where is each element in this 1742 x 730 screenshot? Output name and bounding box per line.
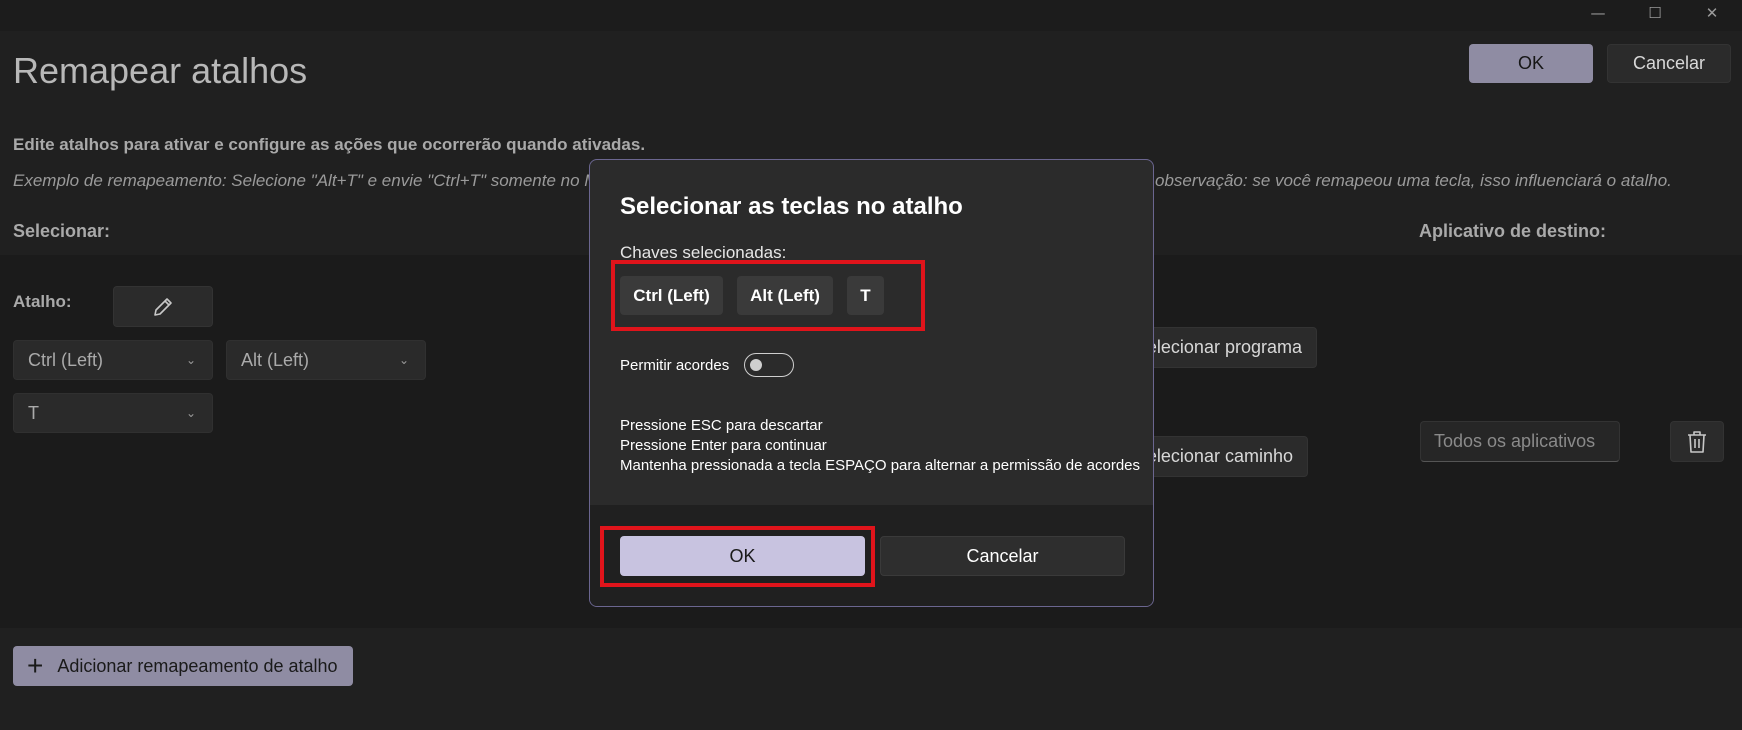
hint-enter: Pressione Enter para continuar bbox=[620, 437, 827, 454]
plus-icon: + bbox=[27, 650, 44, 681]
hint-esc: Pressione ESC para descartar bbox=[620, 417, 823, 434]
allow-chords-label: Permitir acordes bbox=[620, 357, 730, 374]
select-keys-dialog: Selecionar as teclas no atalho Chaves se… bbox=[589, 159, 1154, 607]
description-text: Edite atalhos para ativar e configure as… bbox=[13, 135, 646, 154]
shortcut-label: Atalho: bbox=[13, 292, 72, 311]
example-text-right: observação: se você remapeou uma tecla, … bbox=[1155, 171, 1672, 190]
key-dropdown-2[interactable]: Alt (Left) ⌄ bbox=[226, 340, 426, 380]
chevron-down-icon: ⌄ bbox=[185, 353, 196, 367]
chevron-down-icon: ⌄ bbox=[185, 406, 196, 420]
dialog-title: Selecionar as teclas no atalho bbox=[620, 193, 963, 220]
ok-button[interactable]: OK bbox=[1469, 44, 1593, 83]
key-dropdown-1[interactable]: Ctrl (Left) ⌄ bbox=[13, 340, 213, 380]
pencil-icon bbox=[154, 297, 172, 316]
chevron-down-icon: ⌄ bbox=[398, 353, 409, 367]
hint-space: Mantenha pressionada a tecla ESPAÇO para… bbox=[620, 457, 1141, 474]
cancel-button[interactable]: Cancelar bbox=[1607, 44, 1731, 83]
maximize-icon[interactable]: ☐ bbox=[1629, 0, 1681, 26]
key-dropdown-3[interactable]: T ⌄ bbox=[13, 393, 213, 433]
delete-button[interactable] bbox=[1670, 421, 1724, 462]
add-shortcut-remap-button[interactable]: + Adicionar remapeamento de atalho bbox=[13, 646, 353, 686]
highlight-box-ok bbox=[600, 526, 875, 587]
key-dropdown-3-value: T bbox=[28, 402, 39, 423]
toggle-knob bbox=[750, 359, 762, 371]
target-app-input[interactable]: Todos os aplicativos bbox=[1420, 421, 1620, 462]
highlight-box-keys bbox=[611, 260, 925, 331]
example-text-left: Exemplo de remapeamento: Selecione "Alt+… bbox=[13, 171, 599, 190]
close-icon[interactable]: ✕ bbox=[1686, 0, 1738, 26]
column-header-select: Selecionar: bbox=[13, 221, 111, 241]
page-title: Remapear atalhos bbox=[13, 50, 308, 91]
dialog-cancel-button[interactable]: Cancelar bbox=[880, 536, 1125, 576]
add-shortcut-remap-label: Adicionar remapeamento de atalho bbox=[57, 655, 338, 676]
column-header-target-app: Aplicativo de destino: bbox=[1419, 221, 1607, 241]
trash-icon bbox=[1688, 430, 1706, 453]
key-dropdown-2-value: Alt (Left) bbox=[241, 349, 310, 370]
key-dropdown-1-value: Ctrl (Left) bbox=[28, 349, 104, 370]
edit-shortcut-button[interactable] bbox=[113, 286, 213, 327]
allow-chords-toggle[interactable] bbox=[744, 353, 794, 377]
title-bar: — ☐ ✕ bbox=[0, 0, 1742, 31]
minimize-icon[interactable]: — bbox=[1572, 0, 1624, 26]
